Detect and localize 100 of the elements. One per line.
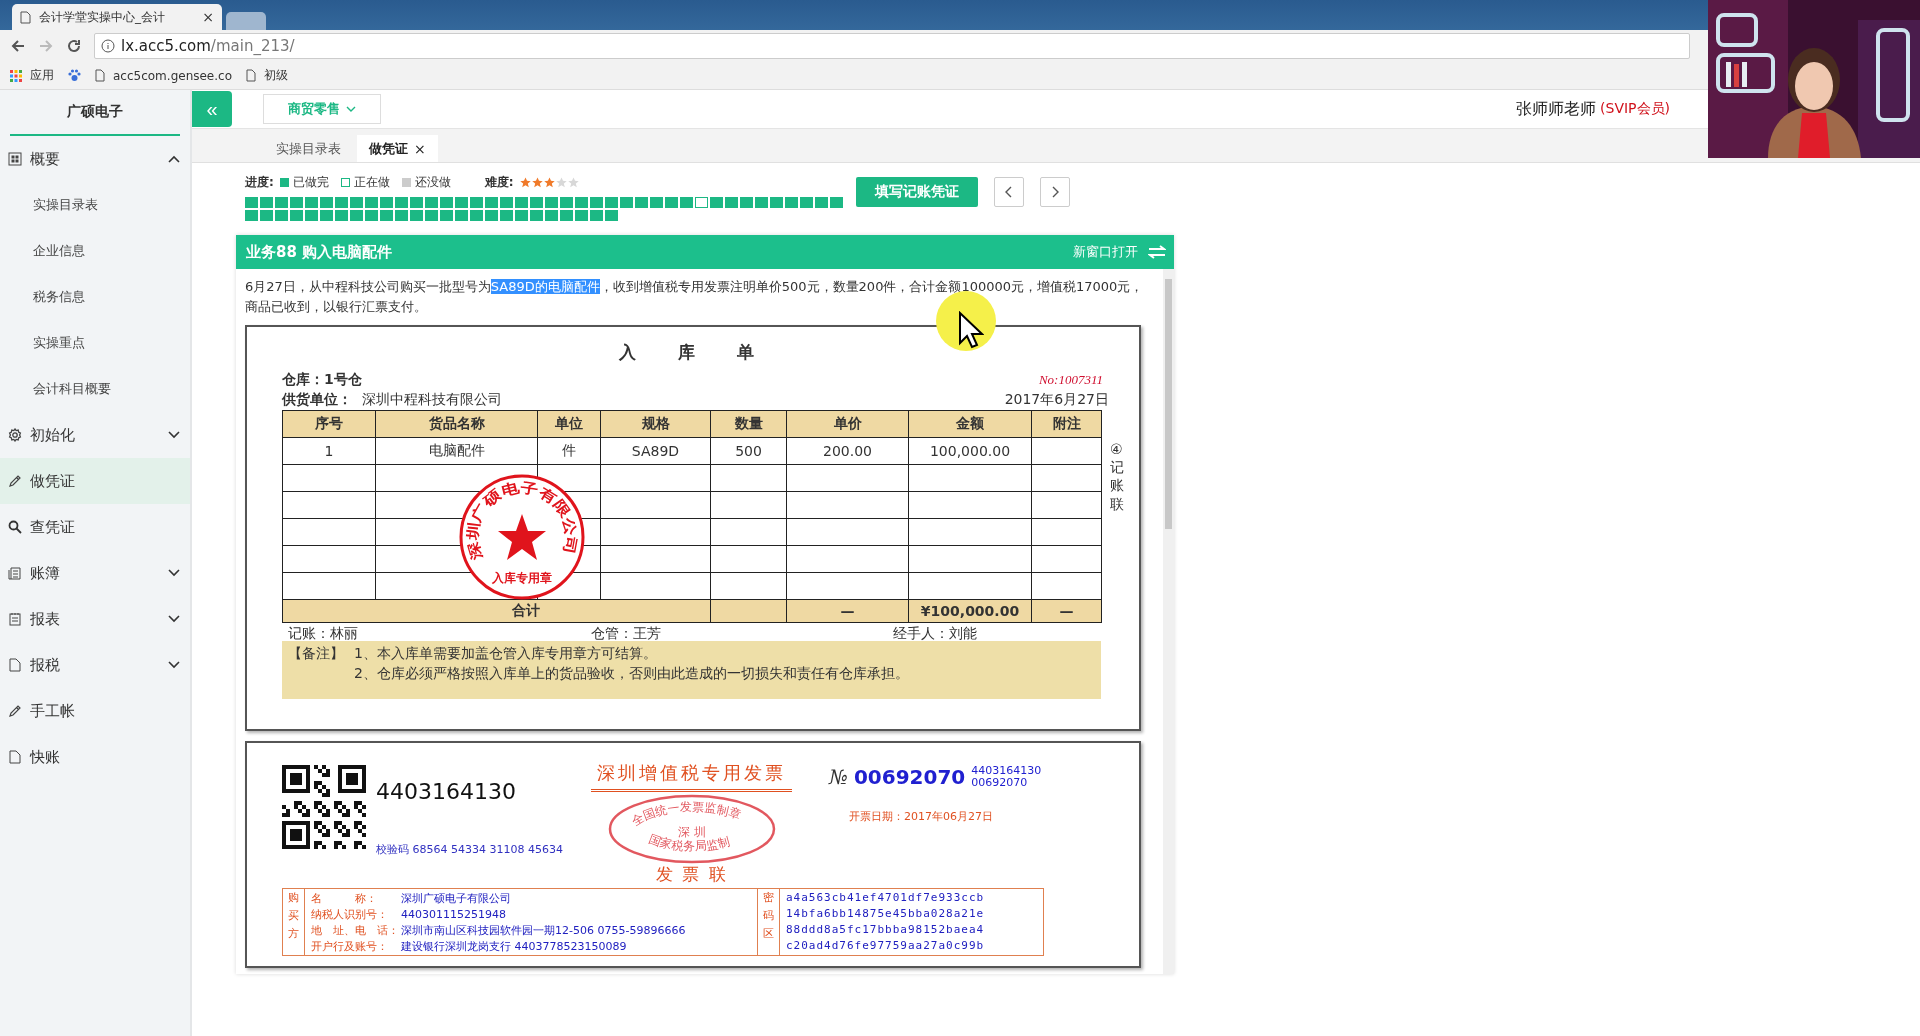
progress-cell[interactable]: [275, 197, 288, 208]
progress-cell[interactable]: [680, 197, 693, 208]
progress-cell[interactable]: [590, 210, 603, 221]
progress-cell[interactable]: [770, 197, 783, 208]
progress-cell[interactable]: [710, 197, 723, 208]
progress-cell[interactable]: [440, 210, 453, 221]
progress-cell[interactable]: [365, 197, 378, 208]
forward-icon[interactable]: [38, 38, 54, 54]
progress-cell[interactable]: [530, 210, 543, 221]
progress-cell[interactable]: [455, 197, 468, 208]
progress-cell[interactable]: [500, 210, 513, 221]
progress-cell[interactable]: [830, 197, 843, 208]
sidebar-item[interactable]: 报税: [0, 642, 190, 688]
progress-cell[interactable]: [305, 197, 318, 208]
progress-cell[interactable]: [395, 210, 408, 221]
progress-cell[interactable]: [590, 197, 603, 208]
sidebar-subitem[interactable]: 企业信息: [0, 228, 190, 274]
progress-cell[interactable]: [605, 197, 618, 208]
progress-cell[interactable]: [320, 210, 333, 221]
sidebar-item[interactable]: 做凭证: [0, 458, 190, 504]
progress-cell[interactable]: [740, 197, 753, 208]
progress-cell[interactable]: [305, 210, 318, 221]
progress-cell[interactable]: [335, 197, 348, 208]
progress-cell[interactable]: [560, 197, 573, 208]
progress-cell[interactable]: [320, 197, 333, 208]
page-tab[interactable]: 做凭证 ×: [357, 135, 438, 162]
progress-cell[interactable]: [515, 197, 528, 208]
previous-button[interactable]: [994, 177, 1024, 207]
address-field[interactable]: lx.acc5.com/main_213/: [94, 33, 1690, 59]
progress-cell[interactable]: [530, 197, 543, 208]
progress-cell[interactable]: [245, 210, 258, 221]
progress-cell[interactable]: [500, 197, 513, 208]
progress-cell[interactable]: [665, 197, 678, 208]
close-tab-button[interactable]: ×: [414, 140, 426, 157]
progress-cell[interactable]: [425, 210, 438, 221]
progress-cell[interactable]: [455, 210, 468, 221]
swap-icon[interactable]: [1148, 245, 1166, 259]
progress-cell[interactable]: [260, 197, 273, 208]
progress-cell[interactable]: [410, 210, 423, 221]
bookmark[interactable]: acc5com.gensee.co: [95, 68, 232, 83]
progress-cell[interactable]: [575, 210, 588, 221]
progress-cell[interactable]: [470, 210, 483, 221]
progress-cell[interactable]: [515, 210, 528, 221]
next-button[interactable]: [1040, 177, 1070, 207]
total-label: 合计: [282, 599, 711, 623]
browser-tab[interactable]: [226, 12, 266, 30]
progress-cell[interactable]: [650, 197, 663, 208]
progress-cell[interactable]: [605, 210, 618, 221]
progress-cell[interactable]: [290, 210, 303, 221]
progress-cell[interactable]: [380, 197, 393, 208]
progress-cell[interactable]: [725, 197, 738, 208]
progress-cell[interactable]: [440, 197, 453, 208]
progress-cell[interactable]: [275, 210, 288, 221]
bookmark[interactable]: 应用: [10, 67, 54, 84]
progress-cell[interactable]: [395, 197, 408, 208]
progress-cell[interactable]: [290, 197, 303, 208]
sidebar-item[interactable]: 概要: [0, 136, 190, 182]
page-tab[interactable]: 实操目录表: [264, 135, 353, 162]
close-tab-button[interactable]: ×: [202, 9, 214, 25]
progress-cell[interactable]: [815, 197, 828, 208]
sidebar-item[interactable]: 账簿: [0, 550, 190, 596]
progress-cell[interactable]: [245, 197, 258, 208]
progress-cell[interactable]: [485, 210, 498, 221]
sidebar-item[interactable]: 报表: [0, 596, 190, 642]
progress-cell[interactable]: [695, 197, 708, 208]
browser-tab[interactable]: 会计学堂实操中心_会计 ×: [12, 4, 222, 30]
sidebar-item[interactable]: 手工帐: [0, 688, 190, 734]
sidebar-item[interactable]: 快账: [0, 734, 190, 780]
scrollbar[interactable]: [1163, 269, 1174, 974]
progress-cell[interactable]: [575, 197, 588, 208]
progress-cell[interactable]: [545, 210, 558, 221]
reload-icon[interactable]: [66, 38, 82, 54]
progress-cell[interactable]: [260, 210, 273, 221]
sidebar-item[interactable]: 查凭证: [0, 504, 190, 550]
progress-cell[interactable]: [785, 197, 798, 208]
progress-cell[interactable]: [635, 197, 648, 208]
sidebar-subitem[interactable]: 税务信息: [0, 274, 190, 320]
sidebar-subitem[interactable]: 实操目录表: [0, 182, 190, 228]
progress-cell[interactable]: [380, 210, 393, 221]
progress-cell[interactable]: [365, 210, 378, 221]
progress-cell[interactable]: [425, 197, 438, 208]
page-icon: [20, 10, 31, 24]
bookmark[interactable]: [68, 69, 81, 82]
progress-cell[interactable]: [350, 197, 363, 208]
sidebar-subitem[interactable]: 实操重点: [0, 320, 190, 366]
progress-cell[interactable]: [545, 197, 558, 208]
sidebar-subitem[interactable]: 会计科目概要: [0, 366, 190, 412]
progress-cell[interactable]: [755, 197, 768, 208]
sidebar-item[interactable]: 初始化: [0, 412, 190, 458]
progress-cell[interactable]: [410, 197, 423, 208]
buyer-label: 购买方: [283, 889, 305, 955]
progress-cell[interactable]: [335, 210, 348, 221]
progress-cell[interactable]: [470, 197, 483, 208]
progress-cell[interactable]: [485, 197, 498, 208]
progress-cell[interactable]: [350, 210, 363, 221]
progress-cell[interactable]: [800, 197, 813, 208]
back-icon[interactable]: [10, 38, 26, 54]
progress-cell[interactable]: [620, 197, 633, 208]
bookmark[interactable]: 初级: [246, 67, 288, 84]
progress-cell[interactable]: [560, 210, 573, 221]
